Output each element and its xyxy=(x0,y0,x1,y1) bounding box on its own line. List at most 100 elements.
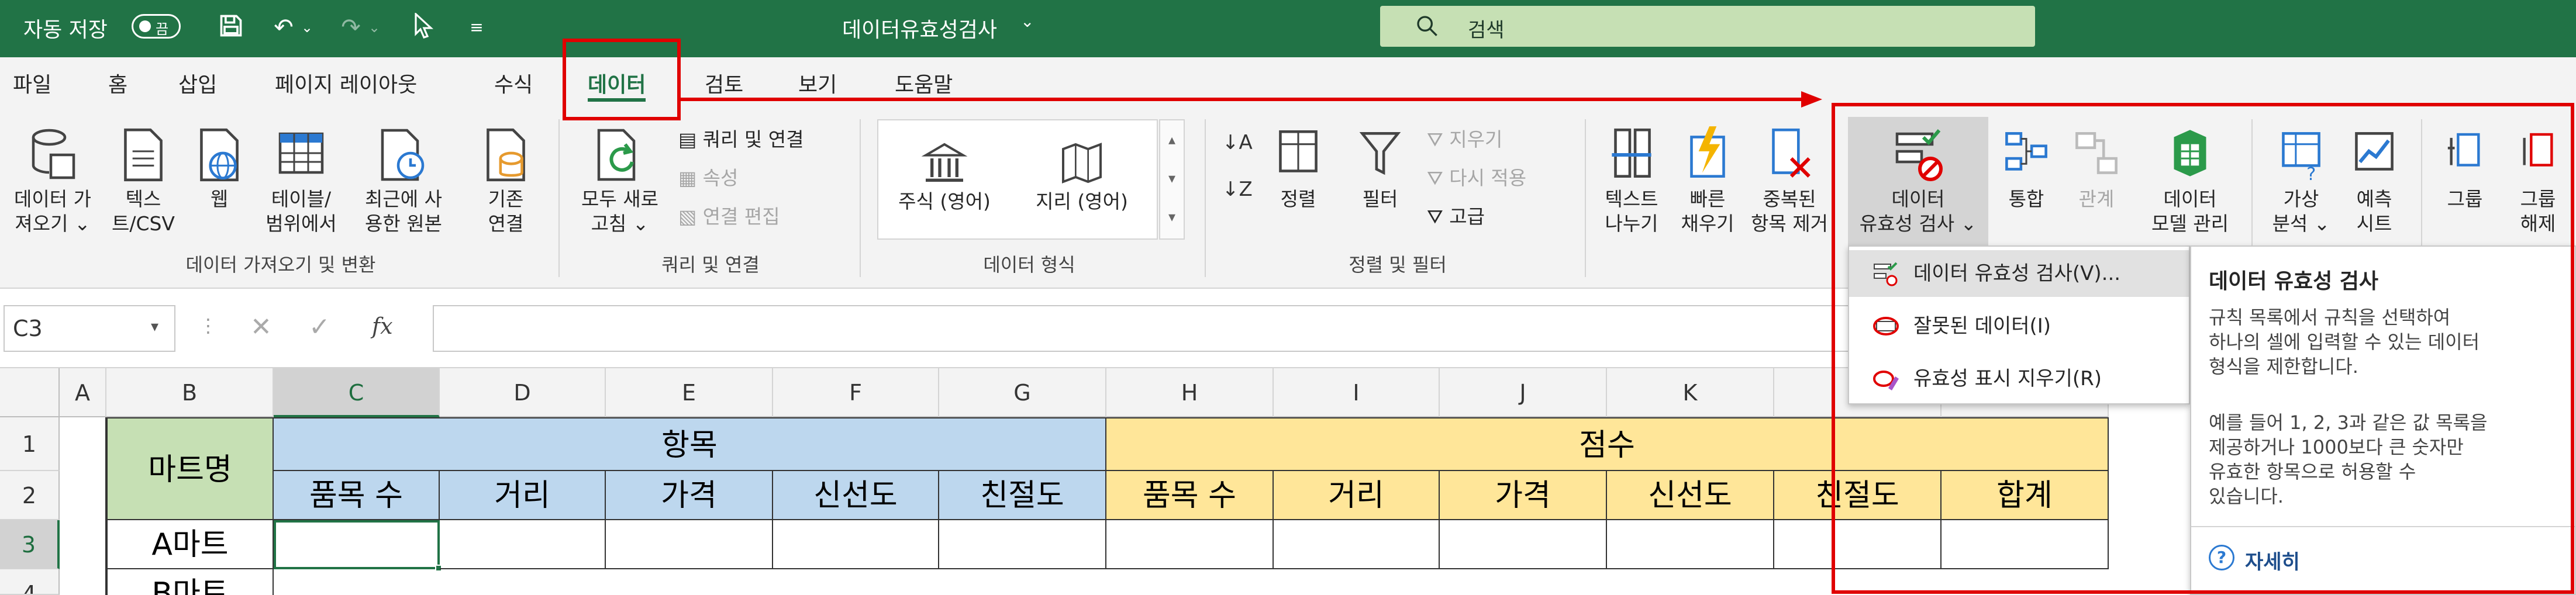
score-header-price[interactable]: 가격 xyxy=(1440,471,1607,520)
item-header-kindness[interactable]: 친절도 xyxy=(939,471,1106,520)
queries-icon: ▤ xyxy=(678,128,703,151)
name-box[interactable]: C3 ▾ xyxy=(4,305,175,352)
row-header-4[interactable]: 4 xyxy=(0,569,60,595)
item-header-price[interactable]: 가격 xyxy=(606,471,773,520)
column-header-i[interactable]: I xyxy=(1274,368,1440,417)
redo-icon[interactable]: ↷ xyxy=(336,13,365,42)
cancel-icon[interactable]: ✕ xyxy=(250,312,272,342)
sort-button[interactable]: 정렬 xyxy=(1269,123,1327,212)
table-cell[interactable] xyxy=(1106,520,1274,569)
from-table-range-button[interactable]: 테이블/범위에서 xyxy=(257,123,345,236)
sort-icon xyxy=(1279,130,1318,172)
tab-insert[interactable]: 삽입 xyxy=(178,68,217,103)
column-header-k[interactable]: K xyxy=(1607,368,1774,417)
name-box-value: C3 xyxy=(13,316,43,341)
queries-connections-button[interactable]: ▤ 쿼리 및 연결 xyxy=(678,124,804,152)
flash-fill-button[interactable]: 빠른 채우기 xyxy=(1672,123,1743,236)
get-data-button[interactable]: 데이터 가 져오기 ⌄ xyxy=(6,123,99,236)
customize-qat-icon[interactable]: ≡ xyxy=(462,13,491,42)
table-cell[interactable] xyxy=(939,520,1106,569)
sort-asc-icon[interactable]: ↓A ↓Z xyxy=(1222,131,1253,201)
autosave-toggle[interactable]: 끔 xyxy=(132,14,181,39)
column-header-e[interactable]: E xyxy=(606,368,773,417)
table-cell[interactable] xyxy=(773,520,939,569)
group-label-queries: 쿼리 및 연결 xyxy=(661,254,760,276)
tab-page-layout[interactable]: 페이지 레이아웃 xyxy=(275,68,417,103)
edit-links-button[interactable]: ▧ 연결 편집 xyxy=(678,201,780,229)
table-cell[interactable] xyxy=(1440,520,1607,569)
items-group-header[interactable]: 항목 xyxy=(274,417,1106,471)
column-header-f[interactable]: F xyxy=(773,368,939,417)
tab-home[interactable]: 홈 xyxy=(108,68,127,103)
table-cell[interactable] xyxy=(440,520,606,569)
from-text-csv-button[interactable]: 텍스 트/CSV xyxy=(105,123,181,236)
reapply-button[interactable]: ⛛ 다시 적용 xyxy=(1427,162,1526,191)
table-cell[interactable] xyxy=(1607,520,1774,569)
score-header-count[interactable]: 품목 수 xyxy=(1106,471,1274,520)
highlight-data-validation xyxy=(1832,103,2574,594)
tab-file[interactable]: 파일 xyxy=(13,68,51,103)
title-bar: 자동 저장 끔 ↶ ⌄ ↷ ⌄ ≡ 데이터유효성검사 ⌄ 검색 xyxy=(0,0,2576,57)
name-box-dropdown-icon[interactable]: ▾ xyxy=(151,318,158,335)
ribbon-separator xyxy=(1205,119,1206,277)
text-to-columns-icon xyxy=(1612,128,1651,178)
document-title: 데이터유효성검사 xyxy=(842,18,997,42)
edit-links-icon: ▧ xyxy=(678,205,703,228)
existing-connections-button[interactable]: 기존 연결 xyxy=(468,123,544,236)
geography-button[interactable]: 지리 (영어) xyxy=(1018,137,1146,214)
enter-icon[interactable]: ✓ xyxy=(309,312,330,342)
pointer-icon[interactable] xyxy=(409,12,439,42)
stocks-button[interactable]: 주식 (영어) xyxy=(883,137,1006,214)
advanced-filter-button[interactable]: ⛛ 고급 xyxy=(1427,201,1485,229)
column-header-g[interactable]: G xyxy=(939,368,1106,417)
filter-button[interactable]: 필터 xyxy=(1345,123,1415,212)
gallery-scroll[interactable]: ▴ ▾ ▾ xyxy=(1159,119,1185,240)
item-header-freshness[interactable]: 신선도 xyxy=(773,471,939,520)
from-web-button[interactable]: 웹 xyxy=(187,123,251,212)
column-header-b[interactable]: B xyxy=(106,368,274,417)
title-dropdown-icon[interactable]: ⌄ xyxy=(1020,12,1034,31)
column-header-h[interactable]: H xyxy=(1106,368,1274,417)
undo-dropdown-icon[interactable]: ⌄ xyxy=(298,13,316,42)
recent-file-icon xyxy=(381,129,425,181)
redo-dropdown-icon[interactable]: ⌄ xyxy=(365,13,383,42)
ribbon-separator xyxy=(1585,119,1586,277)
column-header-a[interactable]: A xyxy=(60,368,106,417)
text-to-columns-button[interactable]: 텍스트 나누기 xyxy=(1591,123,1672,236)
row-header-3[interactable]: 3 xyxy=(0,520,60,569)
row-header-2[interactable]: 2 xyxy=(0,471,60,520)
autosave-label: 자동 저장 xyxy=(23,18,108,42)
item-header-distance[interactable]: 거리 xyxy=(440,471,606,520)
save-icon[interactable] xyxy=(216,13,246,42)
refresh-all-button[interactable]: 모두 새로 고침 ⌄ xyxy=(573,123,667,236)
mart-b-cell[interactable]: B마트 xyxy=(106,569,274,595)
insert-function-icon[interactable]: fx xyxy=(372,313,393,339)
column-header-j[interactable]: J xyxy=(1440,368,1607,417)
column-header-d[interactable]: D xyxy=(440,368,606,417)
annotation-arrow xyxy=(678,91,1822,108)
table-cell[interactable] xyxy=(606,520,773,569)
filter-icon xyxy=(1359,132,1401,175)
selected-cell-c3[interactable] xyxy=(274,520,440,569)
tab-formulas[interactable]: 수식 xyxy=(494,68,533,103)
remove-duplicates-button[interactable]: 중복된 항목 제거 xyxy=(1743,123,1836,236)
connections-icon xyxy=(487,128,525,182)
mart-a-cell[interactable]: A마트 xyxy=(106,520,274,569)
properties-icon: ▦ xyxy=(678,167,703,189)
mart-name-header[interactable]: 마트명 xyxy=(106,417,274,520)
search-box[interactable]: 검색 xyxy=(1380,6,2035,47)
formula-input[interactable] xyxy=(433,305,1953,352)
table-cell[interactable] xyxy=(1274,520,1440,569)
select-all-corner[interactable] xyxy=(0,368,60,417)
search-icon xyxy=(1415,14,1439,43)
group-label-data-types: 데이터 형식 xyxy=(983,254,1075,276)
score-header-freshness[interactable]: 신선도 xyxy=(1607,471,1774,520)
recent-sources-button[interactable]: 최근에 사 용한 원본 xyxy=(351,123,456,236)
clear-filter-button[interactable]: ⛛ 지우기 xyxy=(1427,124,1502,152)
properties-button[interactable]: ▦ 속성 xyxy=(678,162,738,191)
score-header-distance[interactable]: 거리 xyxy=(1274,471,1440,520)
column-header-c[interactable]: C xyxy=(274,368,440,417)
row-header-1[interactable]: 1 xyxy=(0,417,60,471)
item-header-count[interactable]: 품목 수 xyxy=(274,471,440,520)
undo-icon[interactable]: ↶ xyxy=(269,13,298,42)
